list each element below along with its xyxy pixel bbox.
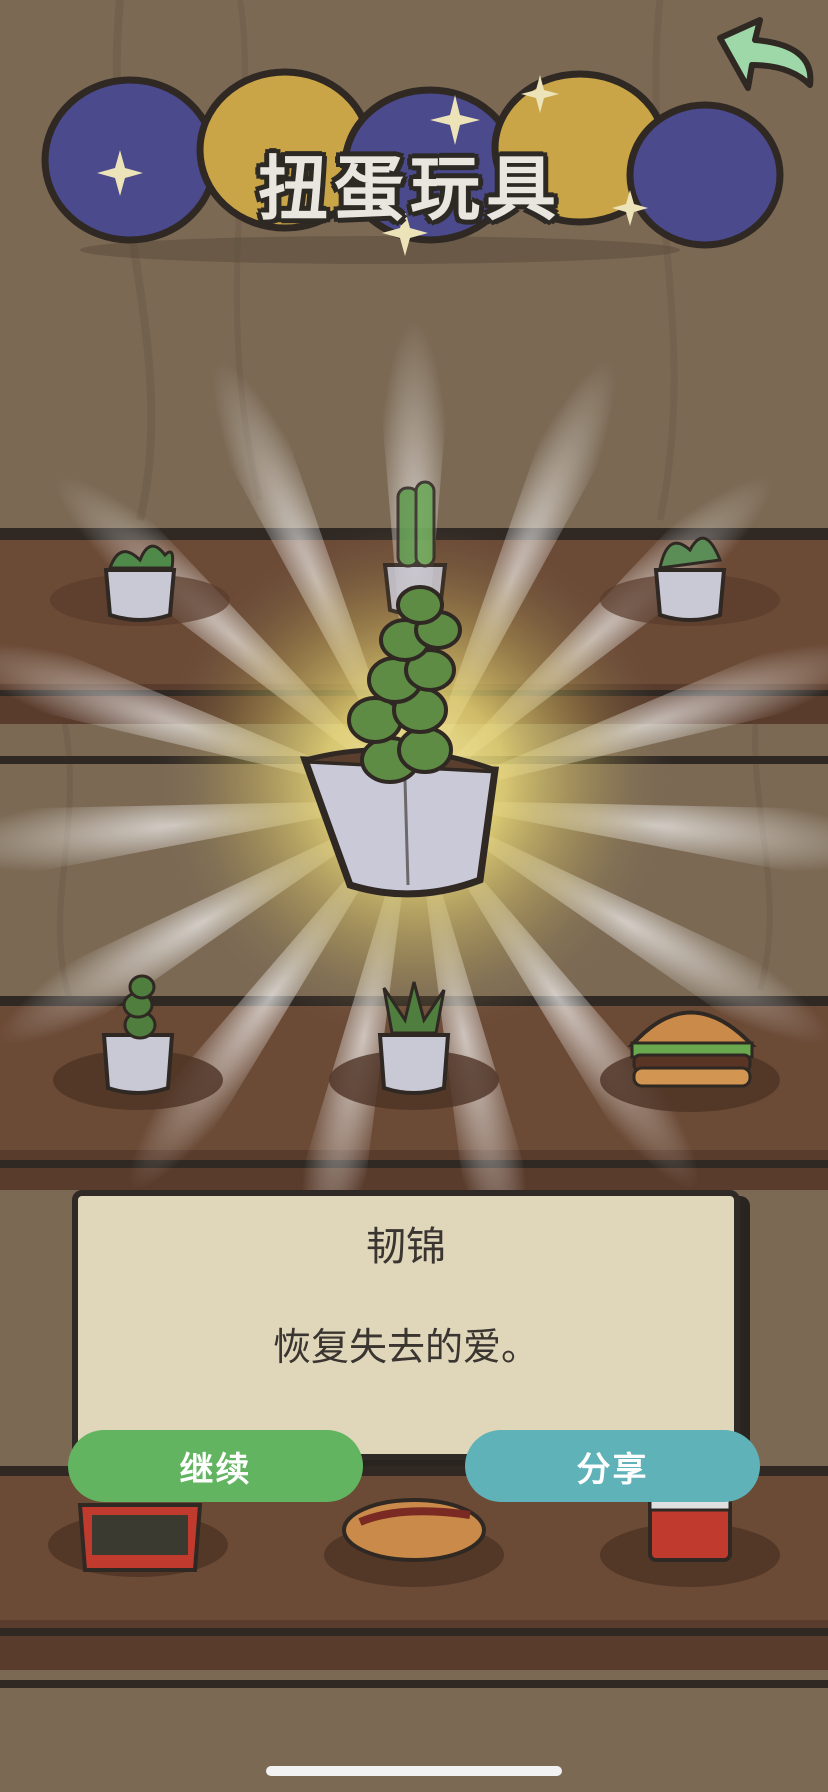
capsule-blue-3 bbox=[626, 101, 784, 249]
home-indicator[interactable] bbox=[266, 1766, 562, 1776]
share-button[interactable]: 分享 bbox=[465, 1430, 760, 1502]
continue-button[interactable]: 继续 bbox=[68, 1430, 363, 1502]
gacha-scene: 扭蛋玩具 韧锦 恢复失去的爱。 继续 分享 bbox=[0, 0, 828, 1792]
page-title: 扭蛋玩具 bbox=[258, 147, 562, 230]
item-description: 恢复失去的爱。 bbox=[272, 1325, 539, 1369]
result-card: 韧锦 恢复失去的爱。 bbox=[72, 1190, 740, 1460]
item-name: 韧锦 bbox=[366, 1224, 446, 1270]
